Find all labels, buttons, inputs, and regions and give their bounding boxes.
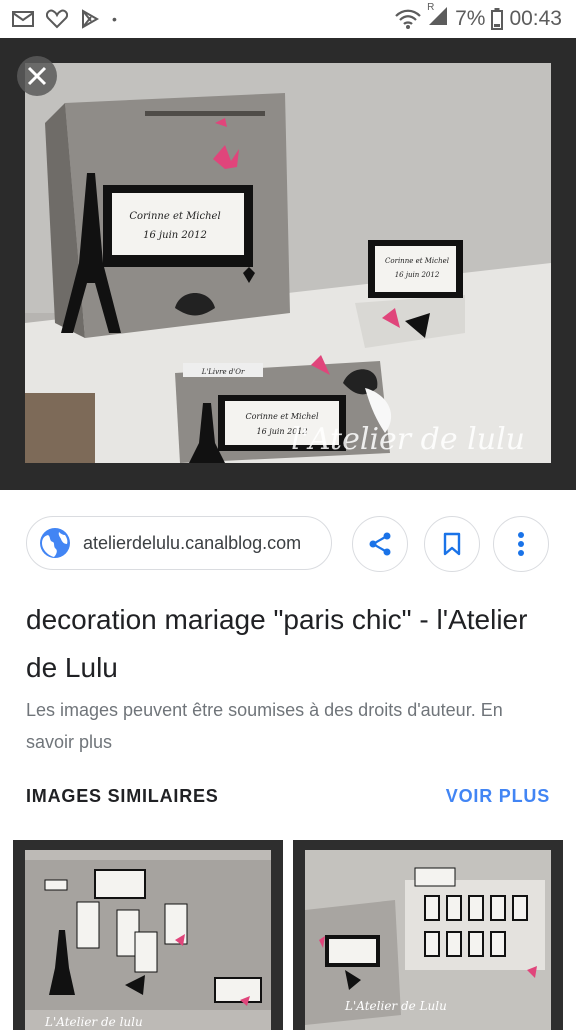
bookmark-icon bbox=[443, 532, 461, 556]
wifi-icon bbox=[395, 9, 421, 29]
thumbnail-image: L'Atelier de Lulu bbox=[305, 850, 551, 1030]
result-title[interactable]: decoration mariage "paris chic" - l'Atel… bbox=[26, 596, 546, 692]
heart-icon bbox=[46, 9, 68, 29]
mail-icon bbox=[12, 11, 34, 27]
copyright-notice: Les images peuvent être soumises à des d… bbox=[26, 700, 503, 752]
source-link[interactable]: atelierdelulu.canalblog.com bbox=[26, 516, 332, 570]
thumb2-watermark: L'Atelier de Lulu bbox=[344, 999, 447, 1013]
small-card-line1: Corinne et Michel bbox=[385, 257, 449, 265]
photo-watermark: l'Atelier de lulu bbox=[291, 422, 525, 457]
small-card-line2: 16 juin 2012 bbox=[395, 271, 440, 279]
big-card-line2: 16 juin 2012 bbox=[143, 230, 207, 241]
battery-icon bbox=[491, 8, 504, 30]
source-domain: atelierdelulu.canalblog.com bbox=[83, 532, 302, 553]
share-button[interactable] bbox=[352, 516, 408, 572]
similar-thumbnail[interactable]: L'Atelier de lulu bbox=[13, 840, 283, 1030]
similar-thumbnail[interactable]: L'Atelier de Lulu bbox=[293, 840, 563, 1030]
play-store-icon bbox=[82, 9, 100, 29]
status-bar: • R 7% 00:43 bbox=[0, 0, 576, 38]
share-icon bbox=[369, 532, 391, 556]
more-options-button[interactable] bbox=[493, 516, 549, 572]
thumbnail-image: L'Atelier de lulu bbox=[25, 850, 271, 1030]
photo-illustration: Corinne et Michel 16 juin 2012 Corinne e… bbox=[25, 63, 551, 463]
globe-icon bbox=[40, 528, 70, 558]
book-card-line1: Corinne et Michel bbox=[245, 412, 319, 421]
more-vert-icon bbox=[518, 532, 524, 556]
close-button[interactable] bbox=[17, 56, 57, 96]
source-row: atelierdelulu.canalblog.com bbox=[26, 516, 556, 574]
clock: 00:43 bbox=[509, 7, 562, 30]
thumb1-watermark: L'Atelier de lulu bbox=[44, 1015, 143, 1029]
battery-percent: 7% bbox=[455, 7, 486, 30]
image-viewer: Corinne et Michel 16 juin 2012 Corinne e… bbox=[0, 38, 576, 490]
main-photo[interactable]: Corinne et Michel 16 juin 2012 Corinne e… bbox=[25, 63, 551, 463]
save-button[interactable] bbox=[424, 516, 480, 572]
notification-dot: • bbox=[112, 11, 117, 27]
big-card-line1: Corinne et Michel bbox=[129, 211, 220, 222]
book-tag: L'Livre d'Or bbox=[201, 368, 245, 376]
sim-label: R bbox=[427, 2, 435, 13]
see-more-link[interactable]: VOIR PLUS bbox=[446, 786, 550, 807]
close-icon bbox=[27, 66, 47, 86]
similar-images-heading: IMAGES SIMILAIRES bbox=[26, 786, 219, 806]
